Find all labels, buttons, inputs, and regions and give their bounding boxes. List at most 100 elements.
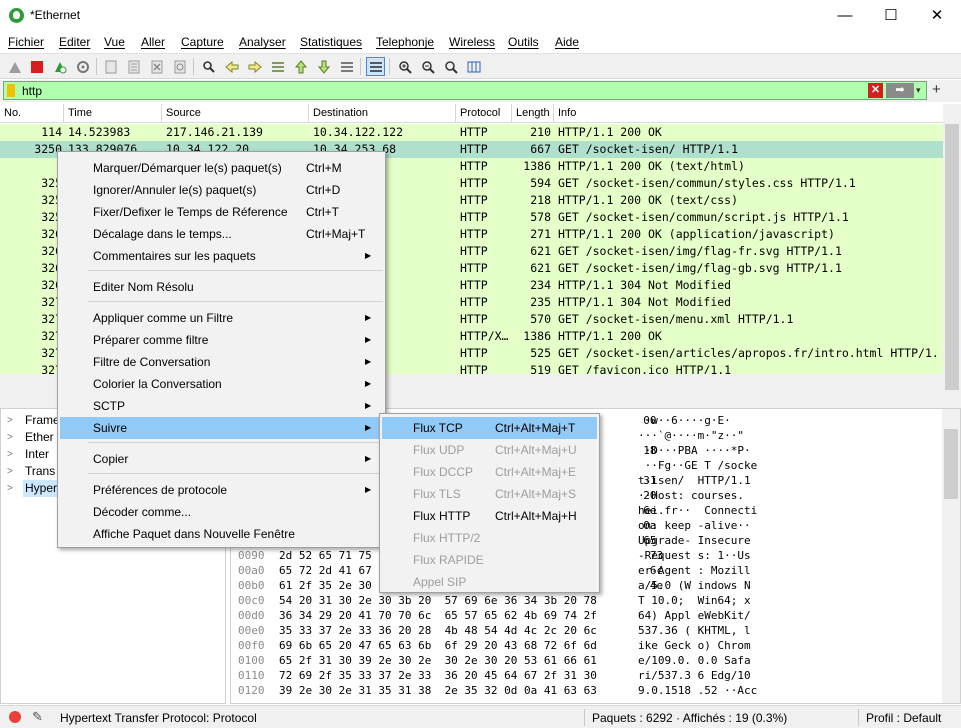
edit-comment-icon[interactable]: ✎ <box>32 709 43 725</box>
column-destination[interactable]: Destination <box>309 104 456 123</box>
go-to-packet-icon[interactable] <box>268 57 287 76</box>
context-menu-item[interactable]: Suivre ▶ <box>60 417 383 439</box>
submenu-arrow-icon: ▶ <box>365 485 372 494</box>
context-menu-item[interactable]: Préférences de protocole ▶ <box>60 479 383 501</box>
zoom-in-icon[interactable] <box>395 57 414 76</box>
expand-arrow-icon[interactable]: > <box>7 429 13 446</box>
column-length[interactable]: Length <box>512 104 554 123</box>
zoom-out-icon[interactable] <box>418 57 437 76</box>
context-menu-item[interactable]: Commentaires sur les paquets ▶ <box>60 245 383 267</box>
context-menu-item[interactable]: Ignorer/Annuler le(s) paquet(s) Ctrl+D <box>60 179 383 201</box>
menu-editer[interactable]: Editer <box>59 35 90 49</box>
menu-item-shortcut: Ctrl+Alt+Maj+H <box>495 509 577 523</box>
expand-arrow-icon[interactable]: > <box>7 463 13 480</box>
menu-statistiques[interactable]: Statistiques <box>300 35 362 49</box>
context-menu-item[interactable]: Fixer/Defixer le Temps de Réference Ctrl+… <box>60 201 383 223</box>
cell-no: 325 <box>41 193 62 207</box>
context-menu-item[interactable]: SCTP ▶ <box>60 395 383 417</box>
normal-size-icon[interactable] <box>441 57 460 76</box>
column-no[interactable]: No. <box>0 104 64 123</box>
filter-dropdown-icon[interactable]: ▾ <box>916 83 926 98</box>
go-forward-icon[interactable] <box>245 57 264 76</box>
menu-fichier[interactable]: Fichier <box>8 35 44 49</box>
display-filter-input[interactable]: http ✕ ➡ ▾ <box>3 81 927 100</box>
clear-filter-icon[interactable]: ✕ <box>868 83 883 98</box>
cell-dst: 10.34.122.122 <box>313 125 404 139</box>
restart-capture-icon[interactable] <box>50 57 69 76</box>
minimize-button[interactable]: — <box>822 0 868 31</box>
context-menu-item[interactable]: Editer Nom Résolu <box>60 276 383 298</box>
save-file-icon[interactable] <box>124 57 143 76</box>
cell-proto: HTTP <box>460 227 488 241</box>
apply-filter-icon[interactable]: ➡ <box>886 83 914 98</box>
autoscroll-icon[interactable] <box>337 57 356 76</box>
context-menu-item[interactable]: Colorier la Conversation ▶ <box>60 373 383 395</box>
table-row[interactable]: 114 14.523983 217.146.21.139 10.34.122.122 H… <box>0 124 943 141</box>
bytes-asc: a/5.0 (W indows N <box>638 579 751 592</box>
cell-info: GET /socket-isen/img/flag-fr.svg HTTP/1.… <box>558 244 842 258</box>
open-file-icon[interactable] <box>101 57 120 76</box>
cell-no: 327 <box>41 329 62 343</box>
follow-menu-item[interactable]: Flux TCP Ctrl+Alt+Maj+T <box>382 417 597 439</box>
menu-analyser[interactable]: Analyser <box>239 35 286 49</box>
follow-submenu: Flux TCP Ctrl+Alt+Maj+T Flux UDP Ctrl+Alt+M… <box>379 413 600 593</box>
bytes-asc: ·w··6····g·E· <box>638 414 731 427</box>
stop-icon[interactable] <box>27 57 46 76</box>
column-time[interactable]: Time <box>64 104 162 123</box>
context-menu-item[interactable]: Préparer comme filtre ▶ <box>60 329 383 351</box>
go-back-icon[interactable] <box>222 57 241 76</box>
maximize-button[interactable]: ☐ <box>868 0 914 31</box>
follow-menu-item[interactable]: Flux HTTP Ctrl+Alt+Maj+H <box>382 505 597 527</box>
context-menu-item[interactable]: Appliquer comme un Filtre ▶ <box>60 307 383 329</box>
reload-icon[interactable] <box>170 57 189 76</box>
capture-options-icon[interactable] <box>73 57 92 76</box>
menu-wireless[interactable]: Wireless <box>449 35 495 49</box>
bytes-off: 00b0 <box>238 579 265 592</box>
add-filter-button[interactable]: + <box>932 81 941 99</box>
menu-item-shortcut: Ctrl+M <box>306 161 342 175</box>
cell-no: 326 <box>41 227 62 241</box>
colorize-icon[interactable] <box>366 57 385 76</box>
column-info[interactable]: Info <box>554 104 943 123</box>
status-profile[interactable]: Profil : Default <box>866 711 941 725</box>
menu-item-label: Appliquer comme un Filtre <box>93 311 234 325</box>
context-menu-item[interactable]: Filtre de Conversation ▶ <box>60 351 383 373</box>
menu-aide[interactable]: Aide <box>555 35 579 49</box>
resize-columns-icon[interactable] <box>464 57 483 76</box>
close-file-icon[interactable] <box>147 57 166 76</box>
bytes-asc: ··Host: courses. <box>638 489 744 502</box>
menu-aller[interactable]: Aller <box>141 35 165 49</box>
context-menu-item[interactable]: Marquer/Démarquer le(s) paquet(s) Ctrl+M <box>60 157 383 179</box>
cell-len: 667 <box>530 142 551 156</box>
context-menu-item[interactable]: Affiche Paquet dans Nouvelle Fenêtre <box>60 523 383 545</box>
packet-list-scrollbar[interactable] <box>943 104 961 390</box>
shark-fin-start-icon[interactable] <box>5 57 24 76</box>
filter-bookmark-icon[interactable] <box>7 84 15 97</box>
bytes-off: 00a0 <box>238 564 265 577</box>
scrollbar-thumb[interactable] <box>944 429 958 499</box>
menu-vue[interactable]: Vue <box>104 35 125 49</box>
scrollbar-thumb[interactable] <box>945 124 959 390</box>
find-packet-icon[interactable] <box>199 57 218 76</box>
menu-telephonie[interactable]: Telephonje <box>376 35 434 49</box>
menu-outils[interactable]: Outils <box>508 35 539 49</box>
last-packet-icon[interactable] <box>314 57 333 76</box>
first-packet-icon[interactable] <box>291 57 310 76</box>
context-menu-item[interactable]: Copier ▶ <box>60 448 383 470</box>
cell-info: GET /socket-isen/commun/script.js HTTP/1… <box>558 210 849 224</box>
bytes-scrollbar[interactable] <box>942 409 960 703</box>
capture-status-icon[interactable] <box>9 711 21 723</box>
title-bar: *Ethernet — ☐ ✕ <box>0 0 961 31</box>
expand-arrow-icon[interactable]: > <box>7 480 13 497</box>
menu-item-label: Préférences de protocole <box>93 483 228 497</box>
follow-menu-item: Flux HTTP/2 <box>382 527 597 549</box>
column-protocol[interactable]: Protocol <box>456 104 512 123</box>
menu-capture[interactable]: Capture <box>181 35 224 49</box>
expand-arrow-icon[interactable]: > <box>7 412 13 429</box>
context-menu-item[interactable]: Décoder comme... <box>60 501 383 523</box>
context-menu-item[interactable]: Décalage dans le temps... Ctrl+Maj+T <box>60 223 383 245</box>
expand-arrow-icon[interactable]: > <box>7 446 13 463</box>
column-source[interactable]: Source <box>162 104 309 123</box>
menu-item-shortcut: Ctrl+D <box>306 183 341 197</box>
close-button[interactable]: ✕ <box>914 0 960 31</box>
